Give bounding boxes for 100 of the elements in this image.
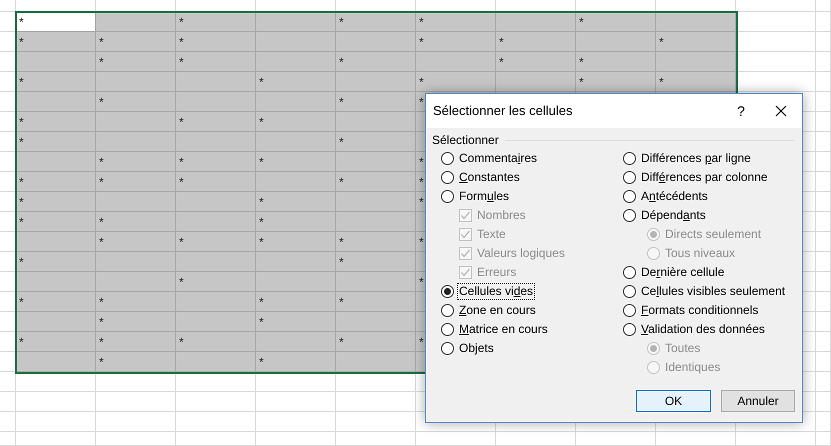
table-cell: * <box>176 232 256 252</box>
radio-button[interactable] <box>623 171 636 184</box>
table-cell: * <box>16 172 96 192</box>
radio-button[interactable] <box>623 209 636 222</box>
table-cell: * <box>176 112 256 132</box>
cancel-button[interactable]: Annuler <box>721 390 795 412</box>
table-cell <box>816 292 831 312</box>
table-cell: * <box>336 252 416 272</box>
table-cell: * <box>96 312 176 332</box>
option-label: Zone en cours <box>458 302 537 319</box>
table-cell: * <box>96 292 176 312</box>
option-label: Cellules visibles seulement <box>640 283 786 300</box>
table-cell: * <box>16 252 96 272</box>
table-cell: * <box>336 92 416 112</box>
ok-button[interactable]: OK <box>636 390 711 412</box>
radio-button[interactable] <box>441 152 454 165</box>
option-label: Dépendants <box>640 207 707 224</box>
table-cell: * <box>96 92 176 112</box>
table-cell: * <box>16 212 96 232</box>
table-cell <box>816 132 831 152</box>
radio-button[interactable] <box>623 152 636 165</box>
table-cell <box>816 432 831 446</box>
table-cell: * <box>576 72 656 92</box>
option-label: Cellules vides <box>457 283 536 300</box>
table-cell <box>816 12 831 32</box>
table-cell: * <box>256 72 336 92</box>
table-cell: * <box>256 112 336 132</box>
table-cell: * <box>96 152 176 172</box>
table-cell <box>816 72 831 92</box>
option-label: Identiques <box>664 359 722 376</box>
radio-button[interactable] <box>623 323 636 336</box>
table-cell: * <box>656 72 736 92</box>
table-cell <box>816 192 831 212</box>
option-label: Tous niveaux <box>664 245 736 262</box>
table-cell <box>0 432 16 446</box>
table-cell: * <box>96 212 176 232</box>
table-cell: * <box>16 112 96 132</box>
radio-button[interactable] <box>623 266 636 279</box>
table-cell <box>0 392 16 412</box>
table-cell <box>816 92 831 112</box>
option-label: Formats conditionnels <box>640 302 760 319</box>
table-cell <box>816 412 831 432</box>
table-cell <box>816 0 831 12</box>
table-cell: * <box>176 272 256 292</box>
table-cell: * <box>96 332 176 352</box>
option-label: Directs seulement <box>664 226 762 243</box>
radio-button[interactable] <box>441 323 454 336</box>
table-cell: * <box>16 132 96 152</box>
radio-button[interactable] <box>441 342 454 355</box>
table-cell: * <box>336 292 416 312</box>
table-cell: * <box>176 172 256 192</box>
table-cell: * <box>96 232 176 252</box>
table-cell: * <box>656 32 736 52</box>
radio-button[interactable] <box>441 190 454 203</box>
table-cell: * <box>576 52 656 72</box>
table-cell: * <box>336 12 416 32</box>
table-cell: * <box>176 332 256 352</box>
table-cell <box>816 332 831 352</box>
table-cell <box>0 412 16 432</box>
table-cell: * <box>176 32 256 52</box>
table-cell: * <box>256 212 336 232</box>
table-cell: * <box>16 72 96 92</box>
table-cell: * <box>416 12 496 32</box>
table-cell: * <box>96 32 176 52</box>
table-cell <box>816 252 831 272</box>
table-cell: * <box>336 172 416 192</box>
table-cell: * <box>496 32 576 52</box>
table-cell: * <box>256 312 336 332</box>
table-cell <box>816 152 831 172</box>
radio-button[interactable] <box>441 285 454 298</box>
table-cell <box>816 212 831 232</box>
option-label: Dernière cellule <box>640 264 726 281</box>
table-cell <box>816 272 831 292</box>
table-cell: * <box>16 32 96 52</box>
table-cell: * <box>96 172 176 192</box>
close-icon <box>775 105 787 117</box>
table-cell: * <box>176 12 256 32</box>
radio-button[interactable] <box>623 190 636 203</box>
table-cell: * <box>16 332 96 352</box>
table-cell <box>816 172 831 192</box>
help-button[interactable]: ? <box>726 99 756 123</box>
table-cell: * <box>176 152 256 172</box>
table-cell: * <box>496 52 576 72</box>
radio-button[interactable] <box>441 304 454 317</box>
table-cell: * <box>256 352 336 372</box>
table-cell: * <box>336 52 416 72</box>
radio-button[interactable] <box>623 285 636 298</box>
table-cell: * <box>576 12 656 32</box>
table-cell <box>816 312 831 332</box>
table-cell <box>816 392 831 412</box>
option-label: Validation des données <box>640 321 766 338</box>
table-cell <box>816 32 831 52</box>
table-cell: * <box>256 152 336 172</box>
radio-button[interactable] <box>623 304 636 317</box>
radio-button[interactable] <box>441 171 454 184</box>
option-label: Toutes <box>664 340 702 357</box>
table-cell: * <box>16 292 96 312</box>
table-cell <box>816 52 831 72</box>
table-cell: * <box>16 192 96 212</box>
table-cell <box>0 0 16 12</box>
